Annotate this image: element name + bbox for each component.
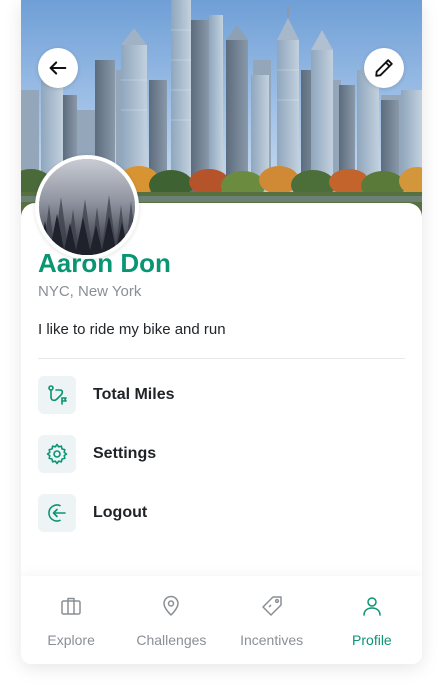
menu-item-total-miles[interactable]: Total Miles — [38, 375, 405, 415]
user-icon — [360, 594, 384, 623]
nav-item-incentives[interactable]: Incentives — [222, 576, 322, 664]
nav-item-profile[interactable]: Profile — [322, 576, 422, 664]
nav-item-explore[interactable]: Explore — [21, 576, 121, 664]
logout-icon — [38, 494, 76, 532]
nav-label-incentives: Incentives — [240, 632, 304, 648]
nav-label-challenges: Challenges — [136, 632, 207, 648]
edit-button[interactable] — [364, 48, 404, 88]
menu-label-total-miles: Total Miles — [93, 386, 175, 403]
divider — [38, 358, 405, 359]
profile-location: NYC, New York — [38, 283, 142, 300]
profile-bio: I like to ride my bike and run — [38, 321, 226, 338]
bottom-nav: Explore Challenges Incentives Profile — [21, 576, 422, 664]
map-pin-icon — [159, 594, 183, 623]
avatar — [35, 155, 139, 259]
tag-icon — [260, 594, 284, 623]
nav-item-challenges[interactable]: Challenges — [121, 576, 221, 664]
menu-item-logout[interactable]: Logout — [38, 493, 405, 533]
menu-item-settings[interactable]: Settings — [38, 434, 405, 474]
menu-label-logout: Logout — [93, 504, 148, 521]
gear-icon — [38, 435, 76, 473]
nav-label-explore: Explore — [47, 632, 95, 648]
menu-label-settings: Settings — [93, 445, 157, 462]
arrow-left-icon — [47, 57, 69, 79]
pencil-icon — [373, 57, 395, 79]
briefcase-icon — [59, 594, 83, 623]
back-button[interactable] — [38, 48, 78, 88]
route-icon — [38, 376, 76, 414]
nav-label-profile: Profile — [352, 632, 392, 648]
profile-screen: Aaron Don NYC, New York I like to ride m… — [21, 0, 422, 664]
